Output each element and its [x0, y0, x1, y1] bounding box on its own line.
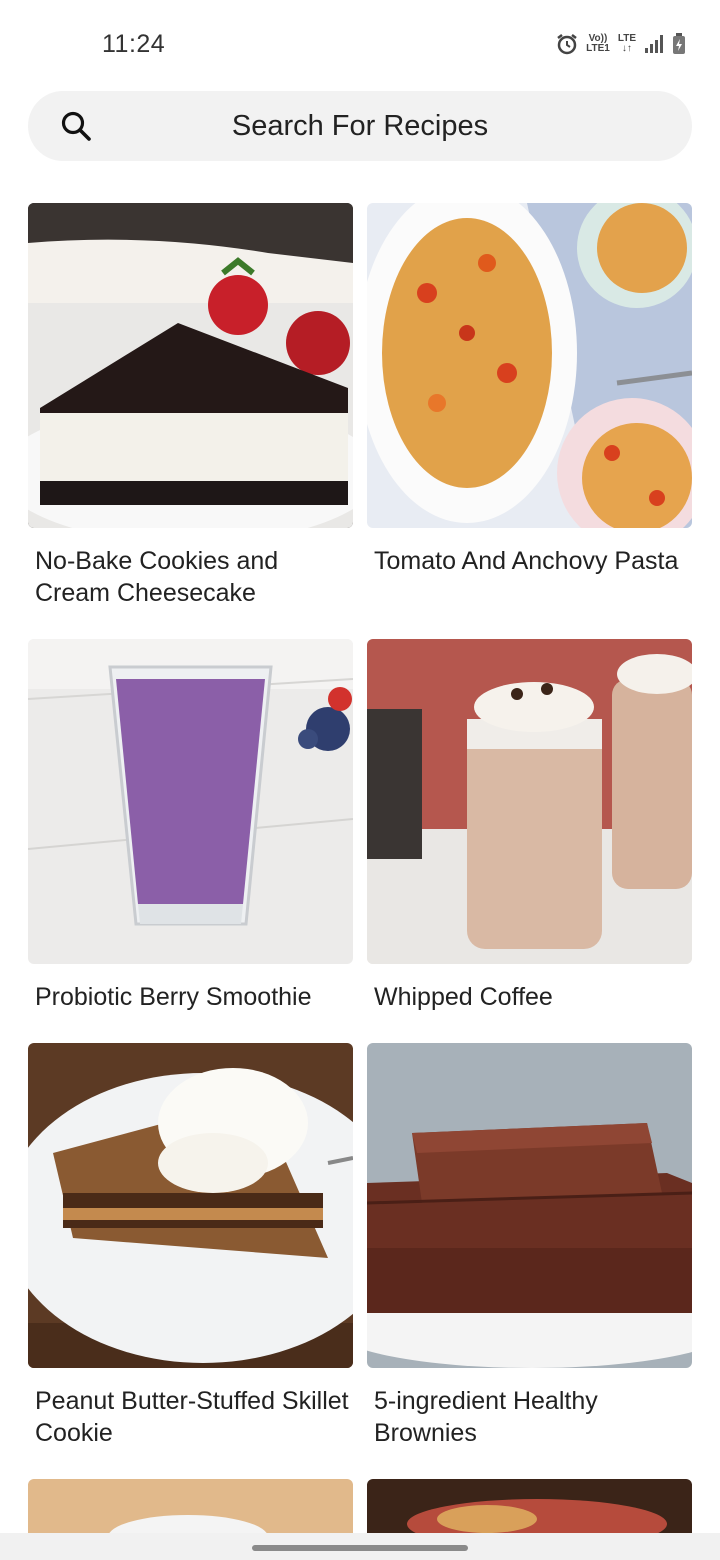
- recipe-image-partial[interactable]: [28, 1479, 353, 1533]
- volte-icon: Vo)) LTE1: [586, 34, 610, 54]
- recipe-card[interactable]: [28, 1479, 353, 1533]
- recipe-card[interactable]: 5-ingredient Healthy Brownies: [367, 1043, 692, 1449]
- recipe-title[interactable]: No-Bake Cookies and Cream Cheesecake: [28, 545, 353, 609]
- recipe-card[interactable]: Peanut Butter-Stuffed Skillet Cookie: [28, 1043, 353, 1449]
- lte1-label: LTE1: [586, 43, 610, 54]
- recipe-image-pasta[interactable]: [367, 203, 692, 528]
- recipe-title[interactable]: Tomato And Anchovy Pasta: [367, 545, 692, 577]
- recipe-image-whipped-coffee[interactable]: [367, 639, 692, 964]
- recipe-card[interactable]: Whipped Coffee: [367, 639, 692, 1013]
- gesture-nav-bar: [0, 1533, 720, 1560]
- recipe-title[interactable]: 5-ingredient Healthy Brownies: [367, 1385, 692, 1449]
- recipe-title[interactable]: Whipped Coffee: [367, 981, 692, 1013]
- search-bar[interactable]: Search For Recipes: [28, 91, 692, 161]
- data-arrows-icon: ↓↑: [621, 43, 632, 54]
- recipe-card[interactable]: No-Bake Cookies and Cream Cheesecake: [28, 203, 353, 609]
- recipe-image-skillet-cookie[interactable]: [28, 1043, 353, 1368]
- recipe-card[interactable]: Tomato And Anchovy Pasta: [367, 203, 692, 577]
- status-icons: Vo)) LTE1 LTE ↓↑: [556, 33, 686, 55]
- recipe-image-brownies[interactable]: [367, 1043, 692, 1368]
- recipe-title[interactable]: Probiotic Berry Smoothie: [28, 981, 353, 1013]
- recipe-image-partial[interactable]: [367, 1479, 692, 1533]
- home-gesture-handle[interactable]: [252, 1545, 468, 1551]
- recipe-card[interactable]: Probiotic Berry Smoothie: [28, 639, 353, 1013]
- status-bar: 11:24 Vo)) LTE1 LTE ↓↑: [0, 0, 720, 90]
- battery-charging-icon: [672, 33, 686, 55]
- signal-icon: [644, 34, 664, 54]
- search-icon[interactable]: [60, 110, 92, 142]
- status-time: 11:24: [102, 30, 166, 58]
- lte-icon: LTE ↓↑: [618, 34, 636, 54]
- recipe-card[interactable]: [367, 1479, 692, 1533]
- alarm-icon: [556, 33, 578, 55]
- recipe-title[interactable]: Peanut Butter-Stuffed Skillet Cookie: [28, 1385, 353, 1449]
- search-placeholder[interactable]: Search For Recipes: [28, 110, 692, 143]
- recipe-image-smoothie[interactable]: [28, 639, 353, 964]
- recipe-image-cheesecake[interactable]: [28, 203, 353, 528]
